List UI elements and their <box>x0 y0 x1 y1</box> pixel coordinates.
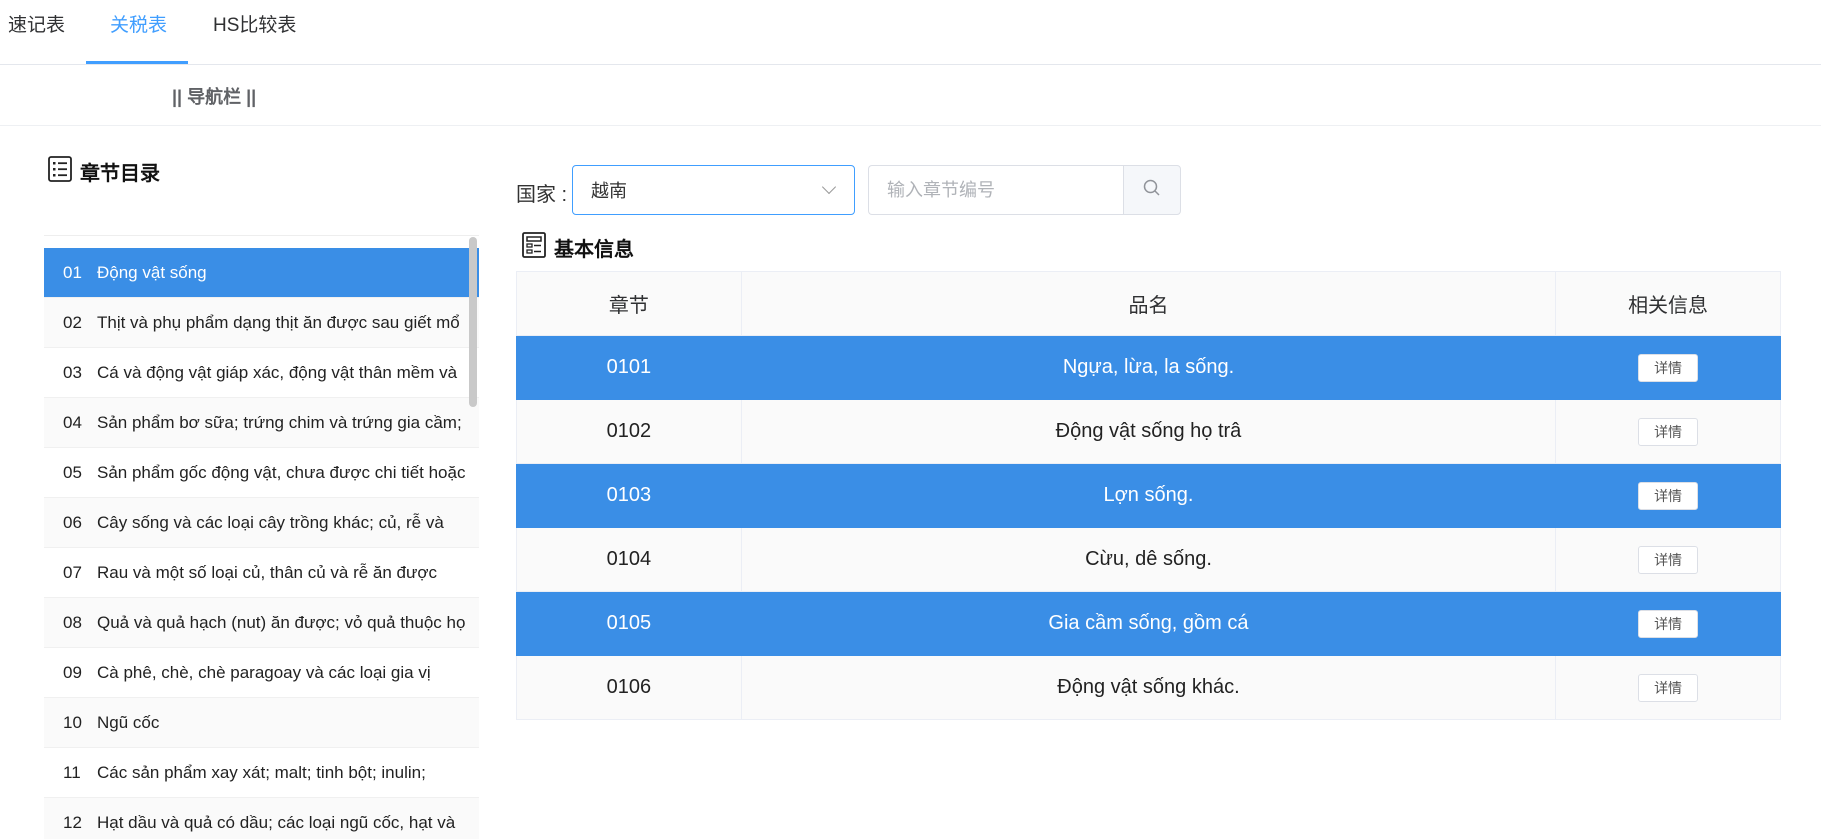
chapter-number: 10 <box>63 713 82 732</box>
cell-product-name: Gia cầm sống, gồm cá <box>740 591 1557 656</box>
details-button[interactable]: 详情 <box>1638 609 1699 638</box>
chevron-down-icon <box>821 179 837 195</box>
chapter-label: Ngũ cốc <box>97 713 160 732</box>
cell-chapter: 0105 <box>516 591 742 656</box>
country-select[interactable]: 越南 <box>572 165 855 215</box>
chapter-label: Cà phê, chè, chè paragoay và các loại gi… <box>97 663 431 682</box>
chapter-label: Rau và một số loại củ, thân củ và rễ ăn … <box>97 563 438 582</box>
chapter-number: 02 <box>63 313 82 332</box>
active-tab-indicator <box>86 61 188 64</box>
nav-bar-label[interactable]: || 导航栏 || <box>172 83 256 109</box>
chapter-item[interactable]: 11 Các sản phẩm xay xát; malt; tinh bột; … <box>44 748 479 798</box>
chapter-item[interactable]: 05 Sản phẩm gốc động vật, chưa được chi t… <box>44 448 479 498</box>
chapter-item[interactable]: 08 Quả và quả hạch (nut) ăn được; vỏ quả … <box>44 598 479 648</box>
chapter-list[interactable]: 01 Động vật sống 02 Thịt và phụ phẩm dạng … <box>44 235 479 839</box>
top-tabs: 速记表 关税表 HS比较表 <box>0 0 1821 65</box>
chapter-label: Các sản phẩm xay xát; malt; tinh bột; in… <box>97 763 426 782</box>
cell-product-name: Lợn sống. <box>740 463 1557 528</box>
chapter-label: Động vật sống <box>97 263 207 282</box>
chapter-number: 05 <box>63 463 82 482</box>
chapter-label: Thịt và phụ phẩm dạng thịt ăn được sau g… <box>97 313 460 332</box>
tab-hs-compare[interactable]: HS比较表 <box>213 0 296 65</box>
table-row[interactable]: 0104 Cừu, dê sống. 详情 <box>516 527 1781 592</box>
basic-info-header: 基本信息 <box>522 231 634 263</box>
cell-related-info: 详情 <box>1555 527 1781 592</box>
cell-chapter: 0103 <box>516 463 742 528</box>
chapter-list-scrollbar[interactable] <box>469 237 477 407</box>
cell-product-name: Cừu, dê sống. <box>740 527 1557 592</box>
header-chapter: 章节 <box>516 271 742 336</box>
list-top-spacer <box>44 236 479 248</box>
table-row[interactable]: 0106 Động vật sống khác. 详情 <box>516 655 1781 720</box>
cell-related-info: 详情 <box>1555 591 1781 656</box>
cell-product-name: Động vật sống khác. <box>740 655 1557 720</box>
chapter-number: 09 <box>63 663 82 682</box>
cell-chapter: 0101 <box>516 335 742 400</box>
chapter-number: 07 <box>63 563 82 582</box>
list-icon <box>48 155 72 187</box>
chapter-item[interactable]: 01 Động vật sống <box>44 248 479 298</box>
cell-product-name: Ngựa, lừa, la sống. <box>740 335 1557 400</box>
chapter-number: 12 <box>63 813 82 832</box>
cell-chapter: 0106 <box>516 655 742 720</box>
table-row[interactable]: 0105 Gia cầm sống, gồm cá 详情 <box>516 591 1781 656</box>
chapter-item[interactable]: 04 Sản phẩm bơ sữa; trứng chim và trứng g… <box>44 398 479 448</box>
details-button[interactable]: 详情 <box>1638 673 1699 702</box>
header-product-name: 品名 <box>740 271 1557 336</box>
details-button[interactable]: 详情 <box>1638 481 1699 510</box>
chapter-item[interactable]: 07 Rau và một số loại củ, thân củ và rễ ă… <box>44 548 479 598</box>
cell-chapter: 0102 <box>516 399 742 464</box>
chapter-label: Cây sống và các loại cây trồng khác; củ,… <box>97 513 444 532</box>
chapter-item[interactable]: 03 Cá và động vật giáp xác, động vật thân… <box>44 348 479 398</box>
cell-related-info: 详情 <box>1555 399 1781 464</box>
chapter-number: 01 <box>63 263 82 282</box>
tab-tariff[interactable]: 关税表 <box>110 0 167 65</box>
header-related-info: 相关信息 <box>1555 271 1781 336</box>
chapter-directory-title: 章节目录 <box>80 162 160 185</box>
cell-related-info: 详情 <box>1555 463 1781 528</box>
chapter-label: Quả và quả hạch (nut) ăn được; vỏ quả th… <box>97 613 466 632</box>
chapter-item[interactable]: 02 Thịt và phụ phẩm dạng thịt ăn được sau… <box>44 298 479 348</box>
cell-related-info: 详情 <box>1555 655 1781 720</box>
basic-info-title: 基本信息 <box>554 238 634 261</box>
chapter-number: 11 <box>63 763 81 782</box>
country-selected-value: 越南 <box>591 181 627 201</box>
chapter-item[interactable]: 09 Cà phê, chè, chè paragoay và các loại … <box>44 648 479 698</box>
search-button[interactable] <box>1123 165 1181 215</box>
chapter-item[interactable]: 06 Cây sống và các loại cây trồng khác; c… <box>44 498 479 548</box>
tariff-table: 章节 品名 相关信息 0101 Ngựa, lừa, la sống. 详情 0… <box>516 271 1781 720</box>
cell-related-info: 详情 <box>1555 335 1781 400</box>
nav-bar: || 导航栏 || <box>0 65 1821 126</box>
table-row[interactable]: 0101 Ngựa, lừa, la sống. 详情 <box>516 335 1781 400</box>
chapter-number-input[interactable] <box>868 165 1124 215</box>
table-row[interactable]: 0102 Động vật sống họ trâ 详情 <box>516 399 1781 464</box>
chapter-item[interactable]: 12 Hạt dầu và quả có dầu; các loại ngũ cố… <box>44 798 479 839</box>
search-icon <box>1143 179 1161 202</box>
table-header-row: 章节 品名 相关信息 <box>516 271 1781 336</box>
chapter-number: 08 <box>63 613 82 632</box>
details-button[interactable]: 详情 <box>1638 545 1699 574</box>
chapter-item[interactable]: 10 Ngũ cốc <box>44 698 479 748</box>
cell-product-name: Động vật sống họ trâ <box>740 399 1557 464</box>
country-label: 国家 : <box>516 184 568 206</box>
chapter-label: Hạt dầu và quả có dầu; các loại ngũ cốc,… <box>97 813 456 832</box>
table-row[interactable]: 0103 Lợn sống. 详情 <box>516 463 1781 528</box>
chapter-number: 04 <box>63 413 82 432</box>
chapter-label: Cá và động vật giáp xác, động vật thân m… <box>97 363 458 382</box>
chapter-number: 06 <box>63 513 82 532</box>
cell-chapter: 0104 <box>516 527 742 592</box>
chapter-number: 03 <box>63 363 82 382</box>
chapter-label: Sản phẩm gốc động vật, chưa được chi tiế… <box>97 463 466 482</box>
document-icon <box>522 231 546 263</box>
details-button[interactable]: 详情 <box>1638 353 1699 382</box>
chapter-label: Sản phẩm bơ sữa; trứng chim và trứng gia… <box>97 413 462 432</box>
details-button[interactable]: 详情 <box>1638 417 1699 446</box>
tab-shorthand[interactable]: 速记表 <box>8 0 65 65</box>
chapter-directory-header: 章节目录 <box>48 155 160 187</box>
